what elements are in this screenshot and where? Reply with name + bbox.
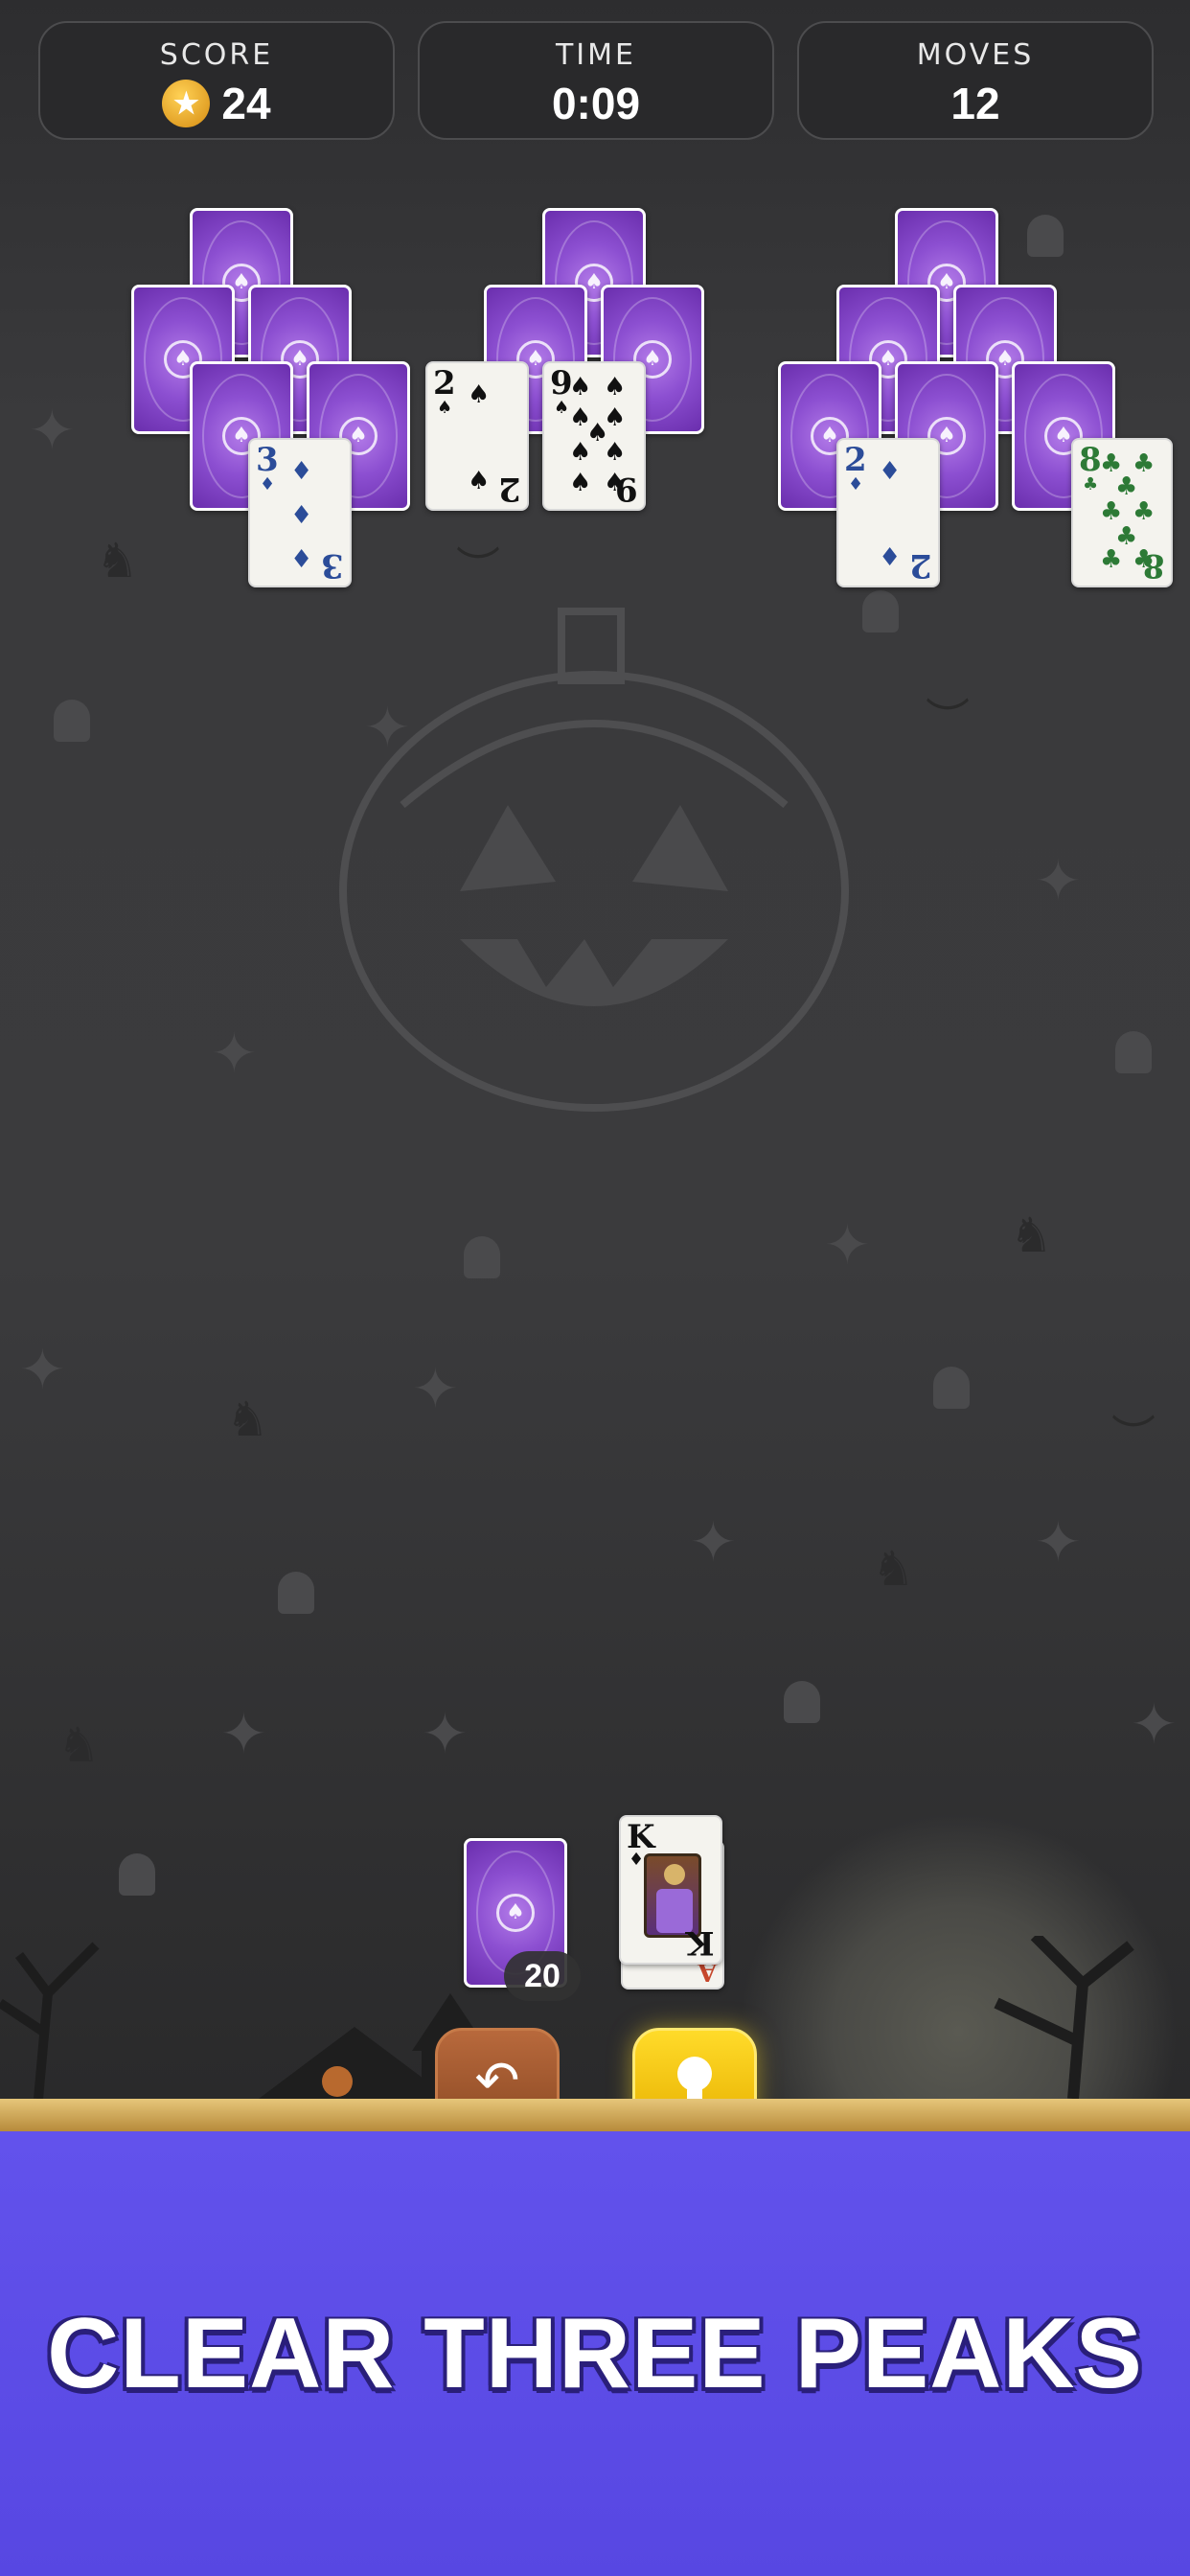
diamond-pip: ♦: [879, 543, 902, 572]
sparkle-decoration: ✦: [690, 1509, 737, 1575]
spade-pip: ♠: [569, 469, 592, 497]
bat-decoration: ︶: [926, 694, 970, 746]
diamond-suit-icon: ♦: [260, 474, 276, 494]
diamond-pip: ♦: [879, 457, 902, 486]
diamond-pip: ♦: [290, 457, 313, 486]
cat-decoration: ♞: [57, 1717, 101, 1773]
spade-suit-icon: ♠: [437, 398, 453, 418]
spade-pip: ♠: [468, 380, 491, 409]
ghost-decoration: [464, 1236, 500, 1278]
moves-panel: MOVES 12: [797, 21, 1154, 140]
sparkle-decoration: ✦: [19, 1337, 66, 1402]
club-pip: ♣: [1133, 497, 1156, 526]
time-value: 0:09: [551, 79, 641, 128]
ghost-decoration: [54, 700, 90, 742]
sparkle-decoration: ✦: [1035, 848, 1082, 913]
spade-pip: ♠: [569, 438, 592, 467]
card-rank: 8: [1079, 441, 1102, 479]
promo-banner: CLEAR THREE PEAKS: [0, 2131, 1190, 2576]
star-coin-icon: ★: [162, 80, 211, 127]
sparkle-decoration: ✦: [29, 398, 76, 463]
moves-value: 12: [950, 79, 1000, 128]
pumpkin-watermark: [339, 608, 849, 1112]
card-rank: 8: [1142, 546, 1165, 585]
spade-pip: ♠: [604, 373, 627, 402]
diamond-suit-icon: ♦: [629, 1850, 645, 1870]
sparkle-decoration: ✦: [1035, 1509, 1082, 1575]
score-panel: SCORE ★ 24: [38, 21, 395, 140]
sparkle-decoration: ✦: [220, 1701, 267, 1766]
score-value: 24: [221, 79, 271, 128]
club-pip: ♣: [1100, 545, 1123, 574]
bat-decoration: ︶: [456, 542, 500, 594]
cat-decoration: ♞: [226, 1392, 269, 1447]
undo-arrow-icon: ↶: [474, 2049, 520, 2100]
card-rank: 2: [909, 546, 932, 585]
hint-button[interactable]: [632, 2028, 757, 2099]
banner-headline: CLEAR THREE PEAKS: [47, 2297, 1143, 2409]
bat-decoration: ︶: [1111, 1411, 1156, 1462]
lightbulb-icon: [677, 2057, 712, 2099]
cat-decoration: ♞: [96, 533, 139, 588]
waste-top-card-king-diamonds[interactable]: K ♦ K: [619, 1815, 722, 1965]
card-rank: K: [686, 1923, 715, 1962]
cat-decoration: ♞: [872, 1541, 915, 1597]
spade-suit-icon: ♠: [554, 398, 570, 418]
card-rank: K: [627, 1818, 655, 1856]
ghost-decoration: [784, 1681, 820, 1723]
card-8-clubs[interactable]: 8 ♣ ♣ ♣ ♣ ♣ ♣ ♣ ♣ ♣ 8: [1071, 438, 1173, 587]
spade-pip: ♠: [604, 438, 627, 467]
sparkle-decoration: ✦: [412, 1356, 459, 1421]
ghost-decoration: [862, 590, 899, 632]
banner-trim: [0, 2099, 1190, 2131]
card-9-spades[interactable]: 9 ♠ ♠ ♠ ♠ ♠ ♠ ♠ ♠ ♠ ♠ 9: [542, 361, 646, 511]
card-rank: 9: [615, 470, 638, 508]
ghost-decoration: [278, 1572, 314, 1614]
club-pip: ♣: [1100, 497, 1123, 526]
card-rank: 3: [321, 546, 344, 585]
spade-pip: ♠: [569, 373, 592, 402]
game-board: ✦ ✦ ✦ ✦ ✦ ✦ ✦ ✦ ✦ ✦ ✦ ✦ ︶ ︶ ︶ ♞ ♞ ♞ ♞ ♞: [0, 0, 1190, 2099]
ghost-decoration: [119, 1853, 155, 1896]
card-2-diamonds[interactable]: 2 ♦ ♦ ♦ 2: [836, 438, 940, 587]
time-panel: TIME 0:09: [418, 21, 774, 140]
cat-decoration: ♞: [1010, 1208, 1053, 1263]
graveyard-silhouette: [0, 1936, 1134, 2099]
spade-pip: ♠: [468, 467, 491, 495]
diamond-pip: ♦: [290, 501, 313, 530]
score-label: SCORE: [159, 38, 274, 72]
sparkle-decoration: ✦: [824, 1212, 871, 1277]
card-rank: 2: [844, 441, 867, 479]
card-rank: 2: [498, 470, 521, 508]
ghost-decoration: [933, 1367, 970, 1409]
club-pip: ♣: [1115, 472, 1138, 501]
sparkle-decoration: ✦: [422, 1701, 469, 1766]
diamond-suit-icon: ♦: [848, 474, 864, 494]
ghost-decoration: [1115, 1031, 1152, 1073]
diamond-pip: ♦: [290, 545, 313, 574]
card-rank: 3: [256, 441, 279, 479]
stock-count-badge: 20: [504, 1951, 581, 2001]
moves-label: MOVES: [916, 38, 1035, 72]
card-3-diamonds[interactable]: 3 ♦ ♦ ♦ ♦ 3: [248, 438, 352, 587]
undo-button[interactable]: ↶: [435, 2028, 560, 2099]
time-label: TIME: [555, 38, 636, 72]
sparkle-decoration: ✦: [211, 1021, 258, 1086]
card-rank: 2: [433, 364, 456, 402]
club-suit-icon: ♣: [1083, 474, 1099, 494]
card-2-spades[interactable]: 2 ♠ ♠ ♠ 2: [425, 361, 529, 511]
ghost-decoration: [1027, 215, 1064, 257]
sparkle-decoration: ✦: [1131, 1691, 1178, 1757]
